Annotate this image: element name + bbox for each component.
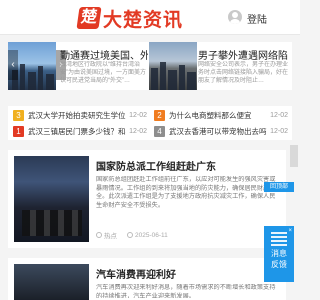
featured-card-right[interactable]: 男子攀外遭遇网络陷阱，朋友伸出… 网络安全公司表示，男子在办理业务时点击网络链接… [149, 42, 292, 90]
carousel-prev-button[interactable]: ‹ [8, 50, 18, 80]
site-logo[interactable]: 楚 大楚资讯 [76, 5, 184, 31]
list-item-date: 12-02 [129, 127, 147, 135]
clock-icon [127, 232, 133, 238]
feedback-widget[interactable]: × 消息 反馈 [264, 226, 294, 282]
scrollbar-thumb[interactable] [290, 145, 298, 167]
login-link[interactable]: 登陆 [247, 11, 267, 26]
rank-badge: 3 [13, 109, 24, 121]
article-summary: 国家防总组团赶赴工作组前往广东，以应对可能发生的强风灾害或暴雨情况。工作组的到来… [96, 176, 276, 209]
article-summary: 汽车消费再次迎来利好消息，随着市场需求的不断增长和政策支持的持续推进，汽车产业迎… [96, 284, 276, 298]
article-thumbnail[interactable] [14, 264, 89, 300]
featured-desc: 网络安全公司表示，男子在办理业务时点击网络链接陷入骗局，好在朋友了解情况及时阻止… [198, 62, 288, 84]
featured-thumbnail[interactable] [149, 42, 197, 90]
logo-text: 大楚资讯 [103, 9, 184, 31]
list-item-title[interactable]: 武汉去香港可以带宠物出去吗？ [169, 126, 267, 137]
list-item-date: 12-02 [129, 111, 147, 119]
list-item[interactable]: 4 武汉去香港可以带宠物出去吗？ 12-02 [154, 124, 288, 138]
feedback-label[interactable]: 消息 反馈 [264, 248, 294, 270]
rank-badge: 2 [154, 109, 165, 121]
article-card[interactable]: 汽车消费再迎利好 汽车消费再次迎来利好消息，随着市场需求的不断增长和政策支持的持… [8, 258, 286, 300]
tag-icon [96, 232, 102, 238]
list-item[interactable]: 2 为什么电商塑料那么便宜 12-02 [154, 108, 288, 122]
article-card[interactable]: 国家防总派工作组赶赴广东 国家防总组团赶赴工作组前往广东，以应对可能发生的强风灾… [8, 150, 286, 248]
list-item-date: 12-02 [270, 111, 288, 119]
back-to-top-button[interactable]: 回顶部 [264, 182, 294, 192]
list-item-title[interactable]: 武汉大学开始拍卖研究生学位… [28, 110, 126, 121]
hot-news-list-right: 2 为什么电商塑料那么便宜 12-02 4 武汉去香港可以带宠物出去吗？ 12-… [149, 106, 292, 140]
article-title[interactable]: 国家防总派工作组赶赴广东 [96, 158, 216, 173]
article-meta: 热点 2025-06-11 [96, 230, 168, 240]
featured-title[interactable]: 勤通赛过境美国、外交部严厉谴… [60, 47, 148, 62]
article-category[interactable]: 热点 [104, 230, 117, 240]
article-thumbnail[interactable] [14, 156, 89, 242]
article-title[interactable]: 汽车消费再迎利好 [96, 266, 176, 281]
site-header: 楚 大楚资讯 登陆 [0, 0, 300, 35]
qr-code-icon [271, 230, 287, 246]
list-item[interactable]: 1 武汉三镇居民门票多少钱？和其他… 12-02 [13, 124, 147, 138]
list-item-title[interactable]: 武汉三镇居民门票多少钱？和其他… [28, 126, 126, 137]
list-item[interactable]: 3 武汉大学开始拍卖研究生学位… 12-02 [13, 108, 147, 122]
featured-card-left[interactable]: ‹ › 勤通赛过境美国、外交部严厉谴… 台湾地区行政院以“维持台湾治安”为由说美… [8, 42, 151, 90]
user-avatar-icon[interactable] [228, 10, 242, 24]
featured-title[interactable]: 男子攀外遭遇网络陷阱，朋友伸出… [198, 47, 288, 62]
rank-badge: 1 [13, 125, 24, 137]
list-item-date: 12-02 [270, 127, 288, 135]
close-icon[interactable]: × [288, 226, 292, 237]
rank-badge: 4 [154, 125, 165, 137]
list-item-title[interactable]: 为什么电商塑料那么便宜 [169, 110, 267, 121]
article-date: 2025-06-11 [135, 231, 168, 239]
featured-desc: 台湾地区行政院以“维持台湾治安”为由说美国过境，一方面美方认可民进党当局的“外交… [60, 62, 146, 84]
logo-mark: 楚 [76, 7, 102, 29]
hot-news-list-left: 3 武汉大学开始拍卖研究生学位… 12-02 1 武汉三镇居民门票多少钱？和其他… [8, 106, 151, 140]
